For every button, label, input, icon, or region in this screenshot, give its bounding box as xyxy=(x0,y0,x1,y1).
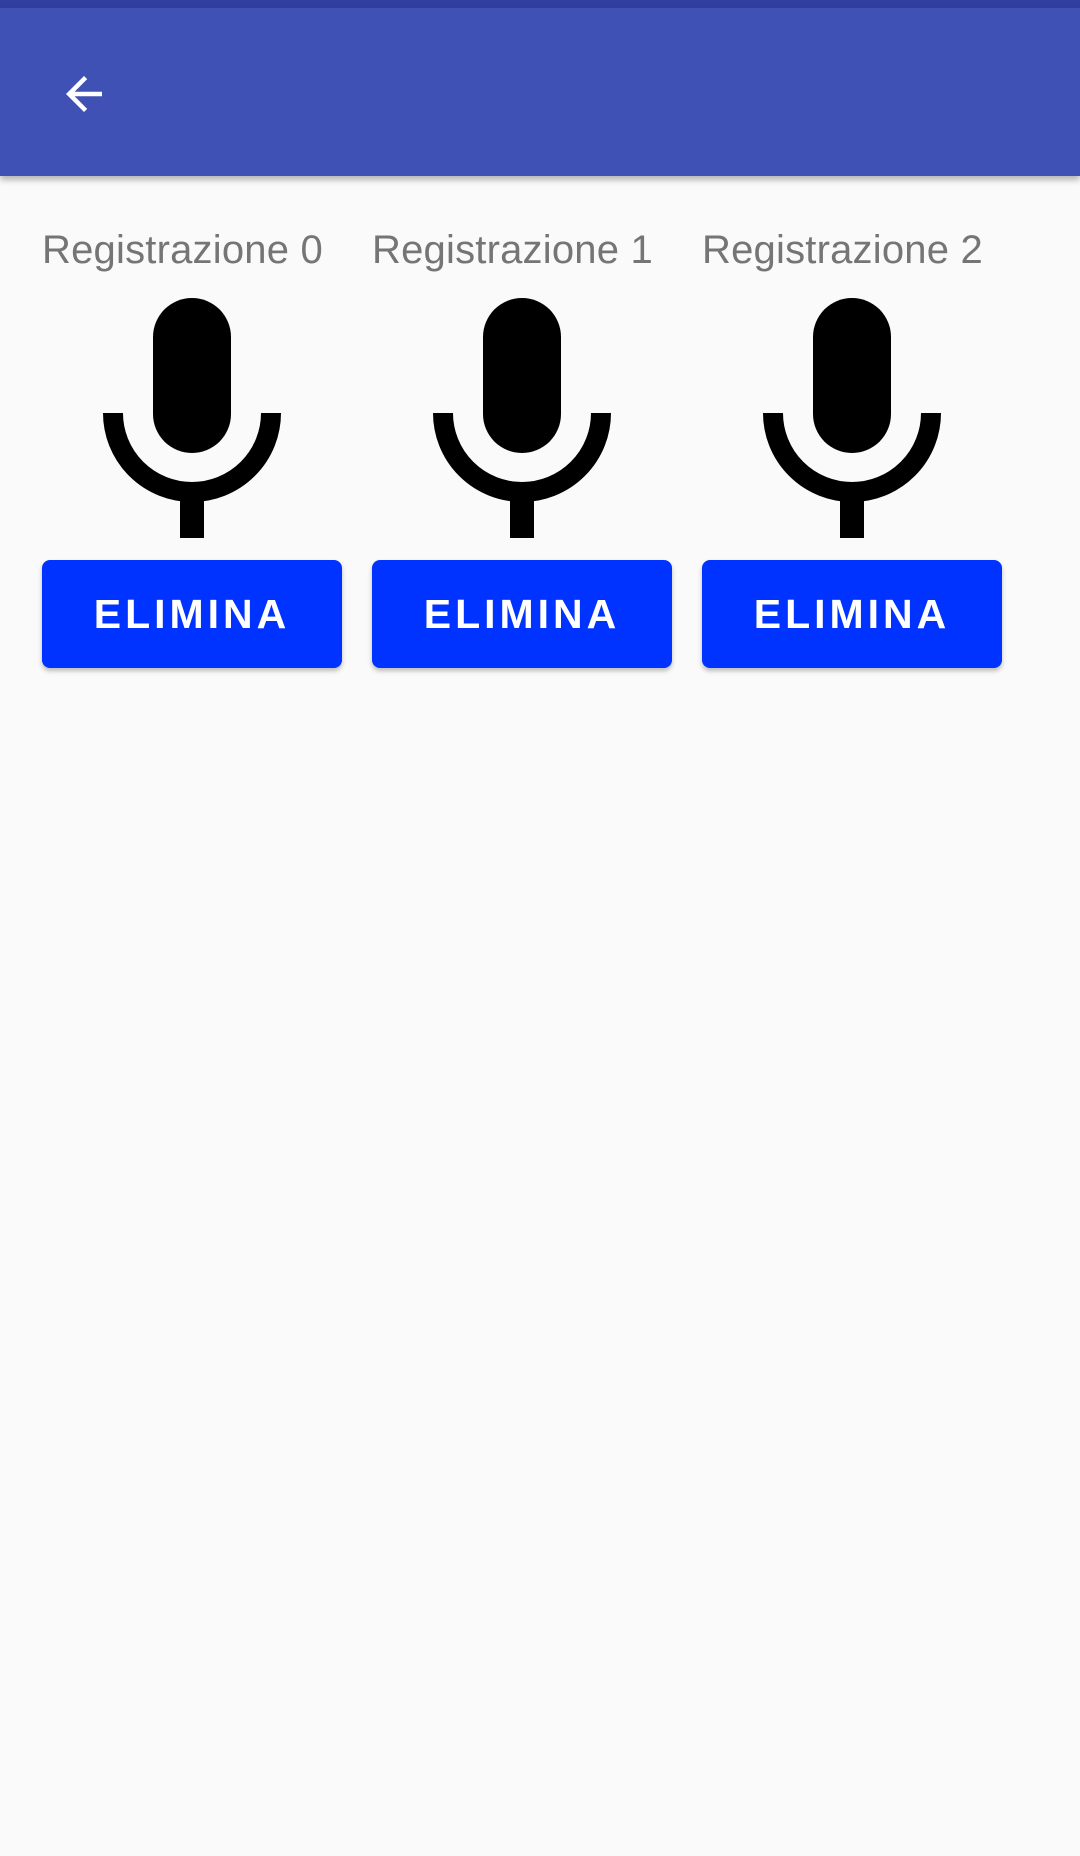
recording-title: Registrazione 1 xyxy=(372,228,653,272)
microphone-icon xyxy=(103,298,281,538)
recording-item: Registrazione 1 ELIMINA xyxy=(372,222,672,668)
back-button[interactable] xyxy=(42,52,126,136)
status-bar xyxy=(0,0,1080,8)
delete-button[interactable]: ELIMINA xyxy=(372,560,672,668)
recording-item: Registrazione 2 ELIMINA xyxy=(702,222,1002,668)
arrow-back-icon xyxy=(66,76,102,112)
recording-title: Registrazione 2 xyxy=(702,228,983,272)
delete-button[interactable]: ELIMINA xyxy=(42,560,342,668)
recordings-list: Registrazione 0 ELIMINA Registrazione 1 … xyxy=(42,222,1002,668)
delete-button[interactable]: ELIMINA xyxy=(702,560,1002,668)
app-bar xyxy=(0,8,1080,176)
microphone-button[interactable] xyxy=(702,278,1002,548)
recording-title: Registrazione 0 xyxy=(42,228,323,272)
microphone-icon xyxy=(433,298,611,538)
recording-item: Registrazione 0 ELIMINA xyxy=(42,222,342,668)
microphone-button[interactable] xyxy=(42,278,342,548)
microphone-icon xyxy=(763,298,941,538)
microphone-button[interactable] xyxy=(372,278,672,548)
